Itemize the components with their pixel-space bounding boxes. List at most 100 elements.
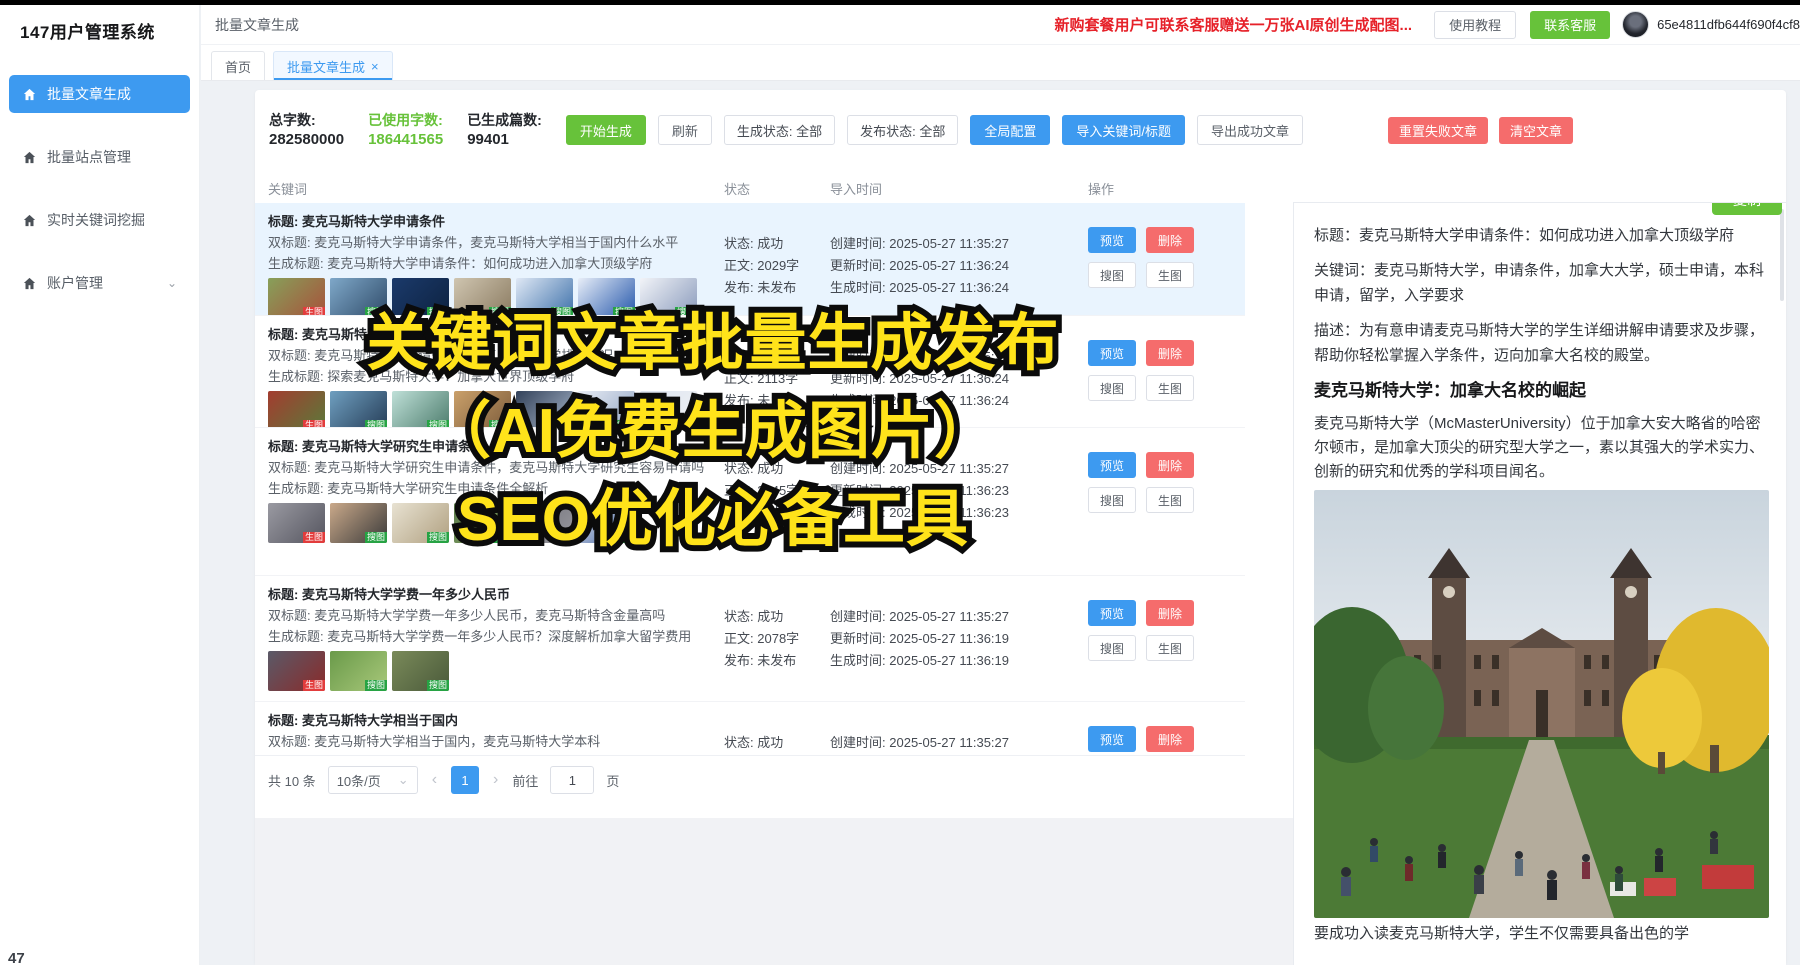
delete-button[interactable]: 删除 — [1146, 340, 1194, 366]
article-thumbnail[interactable]: 搜图 — [392, 503, 449, 543]
preview-button[interactable]: 预览 — [1088, 452, 1136, 478]
generate-image-button[interactable]: 生图 — [1146, 487, 1194, 513]
article-thumbnail[interactable]: 搜图 — [454, 503, 511, 543]
article-thumbnail[interactable]: 生图 — [268, 391, 325, 428]
scrollbar[interactable] — [1780, 209, 1784, 301]
sidebar-item-batch-article[interactable]: 批量文章生成 — [9, 75, 190, 113]
export-success-button[interactable]: 导出成功文章 — [1197, 115, 1303, 145]
generate-image-button[interactable]: 生图 — [1146, 635, 1194, 661]
start-generate-button[interactable]: 开始生成 — [566, 115, 646, 145]
stat-value: 99401 — [467, 130, 542, 150]
tab-batch-article[interactable]: 批量文章生成 × — [273, 51, 393, 80]
preview-button[interactable]: 预览 — [1088, 600, 1136, 626]
article-generated-title: 生成标题: 麦克马斯特大学学费一年多少人民币？深度解析加拿大留学费用 — [268, 626, 724, 647]
table-row[interactable]: 标题: 麦克马斯特大学 双标题: 麦克马斯特大学申请条件，麦克马斯特大学排名情况… — [255, 316, 1245, 428]
article-thumbnail[interactable]: 生图 — [268, 503, 325, 543]
next-page-icon[interactable]: › — [491, 771, 500, 789]
preview-title: 标题：麦克马斯特大学申请条件：如何成功进入加拿大顶级学府 — [1314, 223, 1768, 248]
actions-cell: 预览 删除 搜图 生图 — [1088, 436, 1238, 575]
thumbnail-badge: 搜图 — [551, 420, 573, 428]
article-title: 标题: 麦克马斯特大学研究生申请条件 — [268, 436, 724, 457]
article-thumbnail[interactable]: 搜图 — [454, 278, 511, 316]
table-row[interactable]: 标题: 麦克马斯特大学申请条件 双标题: 麦克马斯特大学申请条件，麦克马斯特大学… — [255, 203, 1245, 316]
page-number-button[interactable]: 1 — [451, 766, 479, 794]
article-thumbnail[interactable]: 搜图 — [330, 391, 387, 428]
tutorial-button[interactable]: 使用教程 — [1434, 11, 1516, 39]
table-row[interactable]: 标题: 麦克马斯特大学学费一年多少人民币 双标题: 麦克马斯特大学学费一年多少人… — [255, 576, 1245, 702]
contact-support-button[interactable]: 联系客服 — [1530, 11, 1610, 39]
page-suffix: 页 — [606, 771, 619, 790]
time-cell: 创建时间: 2025-05-27 11:35:27 更新时间: 2025-05-… — [830, 211, 1088, 315]
sidebar-item-keyword-mining[interactable]: 实时关键词挖掘 — [9, 201, 190, 239]
search-image-button[interactable]: 搜图 — [1088, 375, 1136, 401]
article-thumbnail[interactable]: 搜图 — [516, 503, 573, 543]
article-thumbnail[interactable]: 搜图 — [392, 391, 449, 428]
copy-button[interactable]: 复制 — [1712, 202, 1782, 215]
sidebar-item-label: 账户管理 — [47, 273, 103, 293]
delete-button[interactable]: 删除 — [1146, 452, 1194, 478]
tab-home[interactable]: 首页 — [211, 51, 265, 80]
chevron-down-icon: ⌄ — [398, 772, 409, 788]
chevron-down-icon: ⌄ — [167, 276, 177, 290]
delete-button[interactable]: 删除 — [1146, 227, 1194, 253]
import-keywords-button[interactable]: 导入关键词/标题 — [1062, 115, 1185, 145]
keyword-cell: 标题: 麦克马斯特大学申请条件 双标题: 麦克马斯特大学申请条件，麦克马斯特大学… — [268, 211, 724, 315]
created-value: 2025-05-27 11:35:27 — [889, 609, 1009, 624]
close-icon[interactable]: × — [371, 59, 379, 74]
home-icon — [22, 213, 37, 228]
article-thumbnail[interactable]: 搜图 — [640, 278, 697, 316]
article-thumbnail[interactable]: 搜图 — [640, 391, 697, 428]
article-thumbnail[interactable]: 搜图 — [516, 391, 573, 428]
clear-articles-button[interactable]: 清空文章 — [1499, 117, 1573, 144]
status-cell: 状态: 成功 正文: 2029字 发布: 未发布 — [724, 211, 830, 315]
preview-button[interactable]: 预览 — [1088, 227, 1136, 253]
reset-failed-button[interactable]: 重置失败文章 — [1388, 117, 1488, 144]
delete-button[interactable]: 删除 — [1146, 726, 1194, 752]
per-page-select[interactable]: 10条/页 ⌄ — [328, 766, 418, 794]
article-thumbnail[interactable]: 生图 — [268, 278, 325, 316]
article-thumbnail[interactable]: 生图 — [268, 651, 325, 691]
words-value: 2045字 — [757, 483, 799, 498]
promo-notice[interactable]: 新购套餐用户可联系客服赠送一万张AI原创生成配图... — [1055, 14, 1413, 35]
sidebar-item-batch-site[interactable]: 批量站点管理 — [9, 138, 190, 176]
sidebar-item-account[interactable]: 账户管理 ⌄ — [9, 264, 190, 302]
prev-page-icon[interactable]: ‹ — [430, 771, 439, 789]
generated-value: 2025-05-27 11:36:24 — [889, 393, 1009, 408]
refresh-button[interactable]: 刷新 — [658, 115, 712, 145]
updated-label: 更新时间: — [830, 631, 886, 646]
generate-status-select[interactable]: 生成状态: 全部 — [724, 115, 835, 145]
global-config-button[interactable]: 全局配置 — [970, 115, 1050, 145]
article-thumbnail[interactable]: 搜图 — [454, 391, 511, 428]
column-import-time: 导入时间 — [830, 179, 1088, 198]
table-row[interactable]: 标题: 麦克马斯特大学研究生申请条件 双标题: 麦克马斯特大学研究生申请条件，麦… — [255, 428, 1245, 576]
article-thumbnail[interactable]: 搜图 — [578, 503, 635, 543]
article-thumbnail[interactable]: 搜图 — [578, 391, 635, 428]
goto-page-input[interactable] — [550, 766, 594, 794]
preview-button[interactable]: 预览 — [1088, 340, 1136, 366]
table-row[interactable]: 标题: 麦克马斯特大学相当于国内 双标题: 麦克马斯特大学相当于国内，麦克马斯特… — [255, 702, 1245, 756]
status-label: 状态: — [724, 609, 754, 624]
article-thumbnail[interactable]: 搜图 — [392, 651, 449, 691]
article-subtitle: 双标题: 麦克马斯特大学相当于国内，麦克马斯特大学本科 — [268, 731, 724, 752]
search-image-button[interactable]: 搜图 — [1088, 487, 1136, 513]
article-thumbnail[interactable]: 搜图 — [330, 278, 387, 316]
preview-button[interactable]: 预览 — [1088, 726, 1136, 752]
publish-value: 未发布 — [757, 280, 796, 295]
generate-image-button[interactable]: 生图 — [1146, 262, 1194, 288]
article-thumbnail[interactable]: 搜图 — [516, 278, 573, 316]
article-thumbnail[interactable]: 搜图 — [330, 503, 387, 543]
thumbnail-badge: 搜图 — [613, 532, 635, 543]
avatar[interactable] — [1622, 11, 1649, 38]
article-thumbnail[interactable]: 搜图 — [330, 651, 387, 691]
article-thumbnail[interactable]: 搜图 — [578, 278, 635, 316]
status-label: 状态: — [724, 461, 754, 476]
search-image-button[interactable]: 搜图 — [1088, 262, 1136, 288]
created-value: 2025-05-27 11:35:27 — [889, 461, 1009, 476]
search-image-button[interactable]: 搜图 — [1088, 635, 1136, 661]
generate-image-button[interactable]: 生图 — [1146, 375, 1194, 401]
delete-button[interactable]: 删除 — [1146, 600, 1194, 626]
created-value: 2025-05-27 11:35:27 — [889, 236, 1009, 251]
publish-status-select[interactable]: 发布状态: 全部 — [847, 115, 958, 145]
article-thumbnail[interactable]: 搜图 — [392, 278, 449, 316]
updated-label: 更新时间: — [830, 371, 886, 386]
